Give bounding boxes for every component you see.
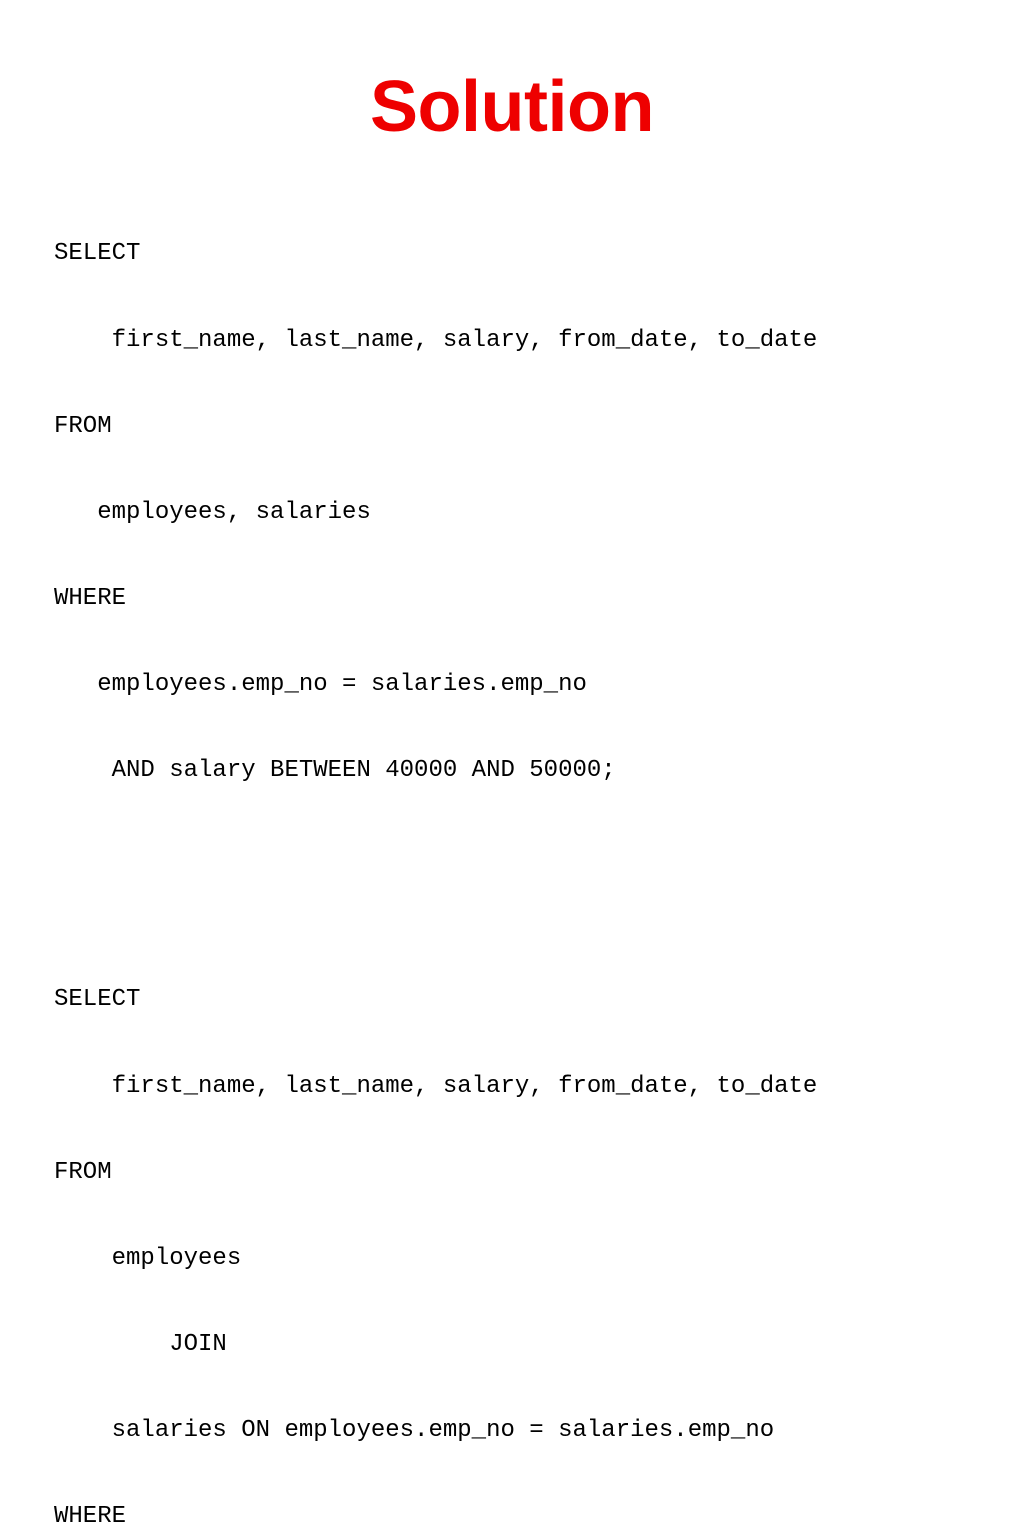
code-line: FROM	[54, 1158, 112, 1186]
code-line: first_name, last_name, salary, from_date…	[54, 1072, 818, 1100]
code-line: AND salary BETWEEN 40000 AND 50000;	[54, 756, 616, 784]
block-separator	[54, 843, 994, 929]
page-title: Solution	[370, 67, 654, 147]
code-line: JOIN	[54, 1330, 227, 1358]
slide-canvas: Solution SELECT first_name, last_name, s…	[0, 0, 1024, 1530]
code-line: WHERE	[54, 584, 127, 612]
code-line: SELECT	[54, 240, 141, 268]
code-line: FROM	[54, 412, 112, 440]
sql-code-block-1: SELECT first_name, last_name, salary, fr…	[54, 183, 994, 843]
code-line: salaries ON employees.emp_no = salaries.…	[54, 1416, 775, 1444]
code-line: WHERE	[54, 1503, 127, 1531]
code-line: employees	[54, 1244, 242, 1272]
code-line: employees.emp_no = salaries.emp_no	[54, 670, 587, 698]
code-line: first_name, last_name, salary, from_date…	[54, 326, 818, 354]
code-line: SELECT	[54, 986, 141, 1014]
code-line: employees, salaries	[54, 498, 371, 526]
code-body: SELECT first_name, last_name, salary, fr…	[54, 183, 994, 1536]
sql-code-block-2: SELECT first_name, last_name, salary, fr…	[54, 929, 994, 1536]
